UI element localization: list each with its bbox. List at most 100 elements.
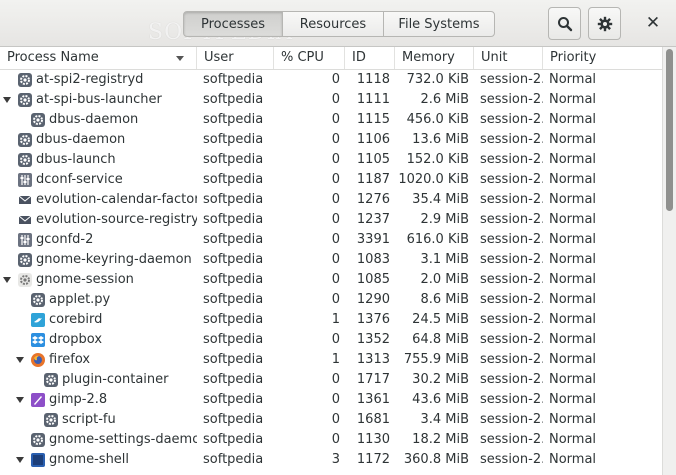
column-header-priority[interactable]: Priority (543, 47, 662, 69)
table-row[interactable]: gnome-session softpedia 0 1085 2.0 MiB sessio… (0, 270, 662, 290)
tab-processes[interactable]: Processes (183, 11, 283, 37)
process-memory: 64.8 MiB (412, 332, 469, 347)
column-header-process-name[interactable]: Process Name (0, 47, 197, 69)
process-id: 1237 (356, 212, 390, 227)
process-name: dconf-service (36, 172, 123, 187)
table-row[interactable]: at-spi-bus-launcher softpedia 0 1111 2.6 MiB… (0, 90, 662, 110)
process-memory: 360.8 MiB (403, 452, 469, 467)
table-row[interactable]: gnome-shell softpedia 3 1172 360.8 MiB sessio… (0, 450, 662, 470)
table-row[interactable]: plugin-container softpedia 0 1717 30.2 MiB se… (0, 370, 662, 390)
table-row[interactable]: evolution-calendar-factory softpedia 0 1276… (0, 190, 662, 210)
process-cpu: 0 (331, 72, 340, 87)
tab-resources[interactable]: Resources (282, 11, 384, 37)
table-row[interactable]: script-fu softpedia 0 1681 3.4 MiB session-2.… (0, 410, 662, 430)
close-button[interactable]: ✕ (640, 10, 666, 36)
process-priority: Normal (549, 452, 597, 467)
scrollbar-thumb[interactable] (666, 49, 673, 211)
column-header-user[interactable]: User (197, 47, 274, 69)
sliders-icon (18, 173, 32, 187)
process-memory: 3.1 MiB (420, 252, 469, 267)
process-memory: 8.6 MiB (420, 292, 469, 307)
sliders-icon (18, 233, 32, 247)
process-name: dbus-daemon (49, 112, 139, 127)
process-unit: session-2.s (480, 372, 543, 387)
process-cpu: 0 (331, 392, 340, 407)
process-name: plugin-container (62, 372, 169, 387)
process-unit: session-2.s (480, 212, 543, 227)
table-row[interactable]: dbus-daemon softpedia 0 1106 13.6 MiB session… (0, 130, 662, 150)
process-priority: Normal (549, 212, 597, 227)
gear-icon (18, 253, 32, 267)
table-row[interactable]: dbus-launch softpedia 0 1105 152.0 KiB sessio… (0, 150, 662, 170)
header-bar: SOFTPEDIA Processes Resources File Syste… (0, 0, 676, 47)
process-cpu: 0 (331, 252, 340, 267)
gear-icon (44, 413, 58, 427)
tab-file-systems[interactable]: File Systems (383, 11, 495, 37)
process-unit: session-2.s (480, 132, 543, 147)
sort-descending-icon (176, 56, 184, 61)
process-id: 1115 (356, 112, 390, 127)
column-header-unit[interactable]: Unit (474, 47, 543, 69)
process-id: 1290 (356, 292, 390, 307)
shell-icon (31, 453, 45, 467)
table-row[interactable]: gimp-2.8 softpedia 0 1361 43.6 MiB session-2.… (0, 390, 662, 410)
process-user: softpedia (203, 392, 264, 407)
bird-icon (31, 313, 45, 327)
table-row[interactable]: gconfd-2 softpedia 0 3391 616.0 KiB session-2… (0, 230, 662, 250)
table-row[interactable]: dbus-daemon softpedia 0 1115 456.0 KiB sessio… (0, 110, 662, 130)
table-row[interactable]: dconf-service softpedia 0 1187 1020.0 KiB ses… (0, 170, 662, 190)
process-cpu: 0 (331, 212, 340, 227)
process-user: softpedia (203, 352, 264, 367)
table-row[interactable]: dropbox softpedia 0 1352 64.8 MiB session-2.s… (0, 330, 662, 350)
table-row[interactable]: firefox softpedia 1 1313 755.9 MiB session-2.… (0, 350, 662, 370)
process-cpu: 0 (331, 272, 340, 287)
table-row[interactable]: at-spi2-registryd softpedia 0 1118 732.0 KiB… (0, 70, 662, 90)
expander-arrow-icon[interactable] (16, 397, 24, 403)
process-user: softpedia (203, 292, 264, 307)
search-button[interactable] (548, 7, 581, 40)
process-id: 1276 (356, 192, 390, 207)
table-row[interactable]: gnome-keyring-daemon softpedia 0 1083 3.1 Mi… (0, 250, 662, 270)
process-cpu: 0 (331, 92, 340, 107)
process-memory: 24.5 MiB (412, 312, 469, 327)
column-header-id[interactable]: ID (345, 47, 395, 69)
process-memory: 1020.0 KiB (398, 172, 469, 187)
process-name: gnome-shell (49, 452, 130, 467)
expander-arrow-icon[interactable] (16, 457, 24, 463)
gear-icon (44, 373, 58, 387)
search-icon (557, 16, 572, 31)
process-name: gconfd-2 (36, 232, 94, 247)
process-name: dropbox (49, 332, 103, 347)
process-priority: Normal (549, 252, 597, 267)
settings-button[interactable] (588, 7, 621, 40)
dropbox-icon (31, 333, 45, 347)
process-unit: session-2.s (480, 252, 543, 267)
expander-arrow-icon[interactable] (3, 97, 11, 103)
process-user: softpedia (203, 332, 264, 347)
process-unit: session-2.s (480, 332, 543, 347)
process-priority: Normal (549, 372, 597, 387)
process-id: 1717 (356, 372, 390, 387)
expander-arrow-icon[interactable] (3, 277, 11, 283)
process-user: softpedia (203, 192, 264, 207)
table-row[interactable]: evolution-source-registry softpedia 0 1237 2… (0, 210, 662, 230)
process-user: softpedia (203, 152, 264, 167)
close-icon: ✕ (645, 13, 661, 33)
process-unit: session-2.s (480, 292, 543, 307)
process-cpu: 0 (331, 332, 340, 347)
process-name: gnome-settings-daemon (49, 432, 197, 447)
process-id: 1111 (356, 92, 390, 107)
process-priority: Normal (549, 312, 597, 327)
column-header-cpu[interactable]: % CPU (274, 47, 345, 69)
process-name: dbus-launch (36, 152, 116, 167)
view-switcher: Processes Resources File Systems (183, 11, 495, 37)
vertical-scrollbar[interactable] (662, 47, 676, 475)
column-header-memory[interactable]: Memory (395, 47, 474, 69)
process-name: gnome-keyring-daemon (36, 252, 192, 267)
expander-arrow-icon[interactable] (16, 357, 24, 363)
table-row[interactable]: applet.py softpedia 0 1290 8.6 MiB session-2.… (0, 290, 662, 310)
table-row[interactable]: corebird softpedia 1 1376 24.5 MiB session-2.… (0, 310, 662, 330)
process-priority: Normal (549, 92, 597, 107)
process-user: softpedia (203, 412, 264, 427)
table-row[interactable]: gnome-settings-daemon softpedia 0 1130 18.2 … (0, 430, 662, 450)
